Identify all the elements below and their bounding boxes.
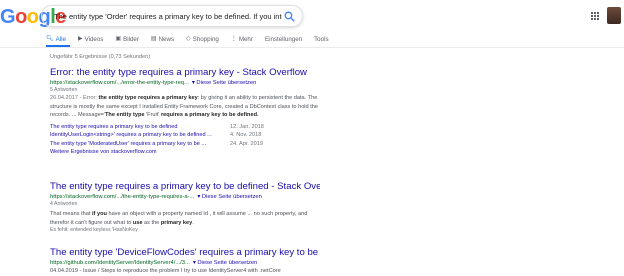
snippet-text: 'Fruit' [144,112,161,118]
missing-terms: Es fehlt: entended keyless 'HasNoKey [50,227,138,233]
tab-shopping[interactable]: ◇ Shopping [186,34,219,44]
video-icon: ▶ [77,36,83,42]
result-url: https://stackoverflow.com/.../the-entity… [50,193,320,201]
more-vert-icon: ⋮ [230,36,237,42]
logo-letter: o [26,6,39,28]
image-icon: ▣ [115,36,122,42]
snippet-highlight: primary key [160,219,193,226]
result-title-link[interactable]: The entity type 'DeviceFlowCodes' requir… [50,247,320,259]
apps-grid-icon[interactable] [591,12,599,20]
search-result: Error: the entity type requires a primar… [50,67,320,156]
translate-link[interactable]: ▾ Diese Seite übersetzen [193,260,257,266]
result-meta: 4 Antworten [50,201,78,207]
sub-result-date: 4. Nov. 2018 [230,132,262,138]
sub-result-date: 24. Apr. 2019 [230,140,263,147]
search-result: The entity type 'DeviceFlowCodes' requir… [50,247,320,276]
result-title-link[interactable]: Error: the entity type requires a primar… [50,67,320,79]
avatar[interactable] [607,7,621,24]
sub-result-link[interactable]: The entity type requires a primary key t… [50,123,230,132]
result-url-text: https://stackoverflow.com/.../the-entity… [50,194,195,200]
news-icon: ▤ [150,36,157,42]
sub-result: The entity type 'ModeratedUser' requires… [50,140,320,149]
search-box[interactable]: The entity type 'Order' requires a prima… [41,5,303,27]
snippet-text: . [192,219,194,226]
snippet-highlight: the entity type requires a primary key [98,95,198,101]
tab-all[interactable]: 🔍︎ Alle [46,34,66,44]
result-meta: 5 Antworten [50,87,78,93]
tab-label: Mehr [238,35,253,43]
search-tabs: 🔍︎ Alle ▶ Videos ▣ Bilder ▤ News ◇ Shopp… [46,34,329,44]
snippet-highlight: requires a primary key to be defined. [160,112,259,118]
tab-label: Tools [314,35,329,43]
result-url: https://github.com/IdentityServer/Identi… [50,259,320,267]
sub-result: The entity type requires a primary key t… [50,123,320,132]
result-snippet: 04.04.2019 - Issue / Steps to reproduce … [50,268,281,274]
tab-settings[interactable]: Einstellungen [265,34,302,44]
tag-icon: ◇ [186,36,191,42]
snippet-text: That means that [50,211,92,217]
divider [0,47,624,48]
sub-result-date: 12. Jan. 2018 [230,123,264,130]
result-url-text: https://github.com/IdentityServer/Identi… [50,260,190,266]
sub-result-link[interactable]: IdentityUserLogin<string>' requires a pr… [50,131,230,140]
logo-letter: G [0,6,16,28]
snippet-highlight: use [132,219,143,226]
tab-videos[interactable]: ▶ Videos [78,34,103,44]
more-results-link[interactable]: Weitere Ergebnisse von stackoverflow.com [50,148,320,156]
search-icon: 🔍︎ [46,36,54,42]
tab-label: Bilder [123,35,139,43]
tab-label: Alle [55,35,66,43]
sub-result: IdentityUserLogin<string>' requires a pr… [50,131,320,140]
snippet-text: as the [142,219,161,226]
result-url-text: https://stackoverflow.com/.../error-the-… [50,80,189,86]
result-stats: Ungefähr 5 Ergebnisse (0,73 Sekunden) [50,54,151,60]
logo-letter: o [15,6,27,28]
result-title-link[interactable]: The entity type requires a primary key t… [50,181,320,193]
search-result: The entity type requires a primary key t… [50,181,320,234]
tab-news[interactable]: ▤ News [151,34,174,44]
snippet-highlight: The entity type [105,112,145,118]
search-icon[interactable] [283,10,296,23]
result-url: https://stackoverflow.com/.../error-the-… [50,79,320,87]
tab-more[interactable]: ⋮ Mehr [231,34,253,44]
tab-label: Einstellungen [264,35,303,43]
tab-label: Videos [84,35,104,43]
tab-label: News [158,35,175,43]
tab-images[interactable]: ▣ Bilder [115,34,139,44]
sub-result-link[interactable]: The entity type 'ModeratedUser' requires… [50,140,230,149]
result-snippet: 26.04.2017 - Error: the entity type requ… [50,94,320,120]
translate-link[interactable]: ▾ Diese Seite übersetzen [192,80,256,86]
result-snippet: That means that if you have an object wi… [50,210,320,227]
search-input[interactable]: The entity type 'Order' requires a prima… [54,12,282,21]
snippet-date: 26.04.2017 - Error: [50,95,99,101]
snippet-highlight: if you [91,211,107,217]
tab-tools[interactable]: Tools [314,34,328,44]
translate-link[interactable]: ▾ Diese Seite übersetzen [197,194,261,200]
tab-label: Shopping [192,35,219,43]
sub-results: The entity type requires a primary key t… [50,123,320,157]
